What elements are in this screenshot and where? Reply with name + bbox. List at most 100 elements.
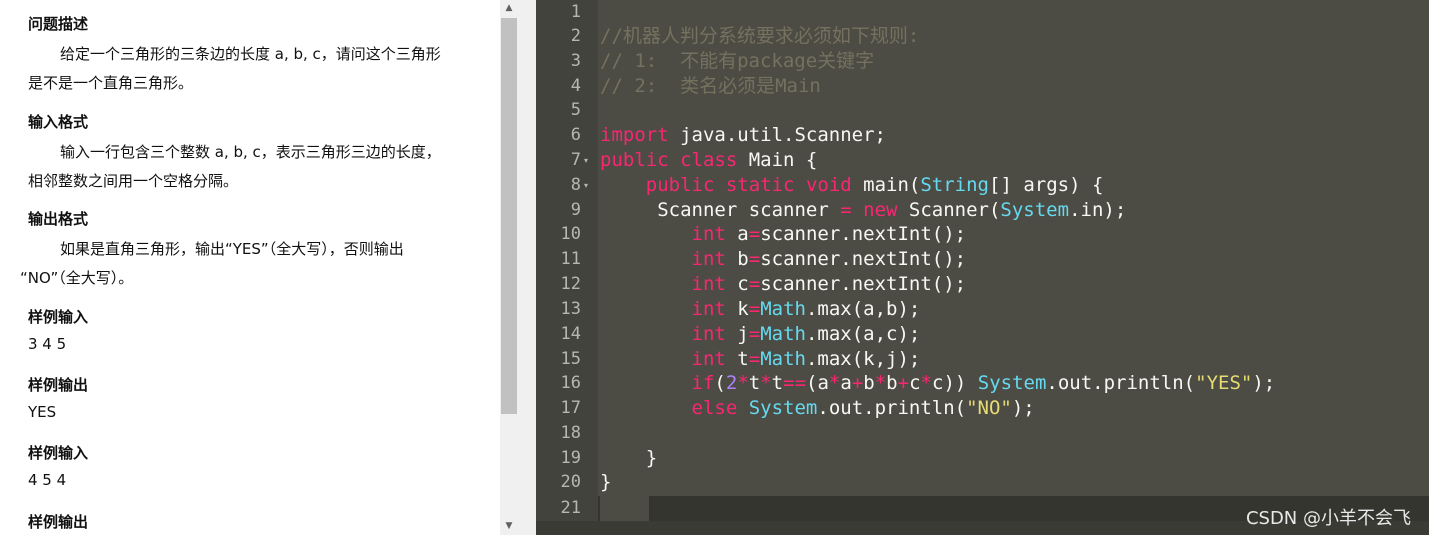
operator: * bbox=[760, 372, 772, 394]
watermark: CSDN @小羊不会飞 bbox=[1245, 508, 1411, 529]
fold-icon[interactable]: ▾ bbox=[584, 148, 588, 173]
line-number: 18 bbox=[560, 423, 581, 443]
line-number: 10 bbox=[560, 224, 581, 244]
code-token: .max(k,j); bbox=[805, 348, 921, 370]
code-token: b bbox=[725, 248, 749, 270]
code-token: [] args) { bbox=[989, 174, 1104, 196]
section-heading-sample-input-2: 样例输入 bbox=[28, 444, 89, 462]
line-number: 14 bbox=[560, 324, 581, 344]
panel-divider bbox=[518, 0, 536, 535]
string-literal: "YES" bbox=[1195, 372, 1253, 394]
line-number: 17 bbox=[560, 398, 581, 418]
code-text: int a=scanner.nextInt(); bbox=[600, 222, 967, 247]
scroll-up-icon[interactable]: ▲ bbox=[504, 2, 514, 14]
code-token: Scanner scanner bbox=[657, 199, 841, 221]
code-line: 9 Scanner scanner = new Scanner(System.i… bbox=[536, 198, 1429, 223]
line-number: 11 bbox=[560, 249, 581, 269]
operator: = bbox=[748, 298, 761, 320]
line-number: 2 bbox=[570, 26, 581, 46]
input-format-line-1: 输入一行包含三个整数 a, b, c，表示三角形三边的长度， bbox=[60, 143, 441, 161]
code-token: a bbox=[725, 223, 749, 245]
code-token: j bbox=[725, 323, 749, 345]
operator: = bbox=[748, 273, 761, 295]
type-name: Math bbox=[760, 298, 806, 320]
code-text: if(2*t*t==(a*a+b*b+c*c)) System.out.prin… bbox=[600, 371, 1276, 396]
line-number: 6 bbox=[570, 125, 581, 145]
keyword: int bbox=[691, 248, 726, 270]
string-literal: "NO" bbox=[966, 397, 1012, 419]
code-token: b bbox=[863, 372, 875, 394]
code-text: int b=scanner.nextInt(); bbox=[600, 247, 967, 272]
code-line: 8 ▾ public static void main(String[] arg… bbox=[536, 173, 1429, 198]
description-line-1: 给定一个三角形的三条边的长度 a, b, c，请问这个三角形 bbox=[60, 45, 441, 63]
code-token: Scanner( bbox=[897, 199, 1001, 221]
code-line: 7 ▾ public class Main { bbox=[536, 148, 1429, 173]
code-token: .max(a,c); bbox=[805, 323, 921, 345]
code-comment: //机器人判分系统要求必须如下规则: bbox=[600, 25, 920, 47]
code-editor[interactable]: 1 2 //机器人判分系统要求必须如下规则: 3 // 1: 不能有packag… bbox=[536, 0, 1429, 535]
code-line: 3 // 1: 不能有package关键字 bbox=[536, 49, 1429, 74]
line-number: 12 bbox=[560, 274, 581, 294]
problem-scrollbar[interactable]: ▲ ▼ bbox=[500, 0, 518, 535]
operator: * bbox=[920, 372, 932, 394]
code-text: else System.out.println("NO"); bbox=[600, 396, 1035, 421]
code-token: .max(a,b); bbox=[805, 298, 921, 320]
problem-description-panel: 问题描述 给定一个三角形的三条边的长度 a, b, c，请问这个三角形 是不是一… bbox=[0, 0, 500, 535]
code-line: 5 bbox=[536, 98, 1429, 123]
type-name: System bbox=[748, 397, 818, 419]
keyword: new bbox=[863, 199, 898, 221]
section-heading-sample-input-1: 样例输入 bbox=[28, 308, 89, 326]
code-token: ); bbox=[1011, 397, 1035, 419]
operator: = bbox=[748, 223, 761, 245]
code-line: 18 bbox=[536, 421, 1429, 446]
code-text: } bbox=[600, 471, 612, 493]
line-number: 1 bbox=[570, 2, 581, 22]
code-token: .in); bbox=[1069, 199, 1127, 221]
keyword: public bbox=[645, 174, 715, 196]
code-token: java.util.Scanner; bbox=[668, 124, 886, 146]
section-heading-sample-output-1: 样例输出 bbox=[28, 376, 89, 394]
keyword: if bbox=[691, 372, 715, 394]
operator: = bbox=[748, 323, 761, 345]
keyword: int bbox=[691, 223, 726, 245]
code-line: 6 import java.util.Scanner; bbox=[536, 123, 1429, 148]
line-number: 4 bbox=[570, 76, 581, 96]
fold-icon[interactable]: ▾ bbox=[584, 173, 588, 198]
code-text: Scanner scanner = new Scanner(System.in)… bbox=[600, 198, 1126, 223]
operator: = bbox=[840, 199, 852, 221]
scroll-down-icon[interactable]: ▼ bbox=[504, 520, 514, 532]
code-line: 15 int t=Math.max(k,j); bbox=[536, 347, 1429, 372]
code-token: Main { bbox=[737, 149, 818, 171]
keyword: int bbox=[691, 348, 726, 370]
type-name: System bbox=[977, 372, 1047, 394]
operator: * bbox=[737, 372, 749, 394]
code-token: b bbox=[886, 372, 898, 394]
keyword: int bbox=[691, 298, 726, 320]
sample-output-1: YES bbox=[28, 403, 57, 421]
line-number: 15 bbox=[560, 349, 581, 369]
line-number: 19 bbox=[560, 448, 581, 468]
keyword: static bbox=[725, 174, 795, 196]
code-token: main( bbox=[851, 174, 921, 196]
code-line: 11 int b=scanner.nextInt(); bbox=[536, 247, 1429, 272]
code-token: scanner.nextInt(); bbox=[760, 248, 967, 270]
code-line: 2 //机器人判分系统要求必须如下规则: bbox=[536, 24, 1429, 49]
code-text: public class Main { bbox=[600, 148, 817, 173]
number-literal: 2 bbox=[725, 372, 738, 394]
operator: == bbox=[783, 372, 807, 394]
code-token: c bbox=[909, 372, 921, 394]
scrollbar-thumb[interactable] bbox=[501, 18, 517, 414]
code-line: 19 } bbox=[536, 446, 1429, 471]
code-text: int j=Math.max(a,c); bbox=[600, 322, 921, 347]
line-number: 20 bbox=[560, 472, 581, 492]
code-text: int t=Math.max(k,j); bbox=[600, 347, 921, 372]
line-number: 9 bbox=[570, 200, 581, 220]
code-token: scanner.nextInt(); bbox=[760, 273, 967, 295]
line-number: 16 bbox=[560, 373, 581, 393]
code-token: scanner.nextInt(); bbox=[760, 223, 967, 245]
